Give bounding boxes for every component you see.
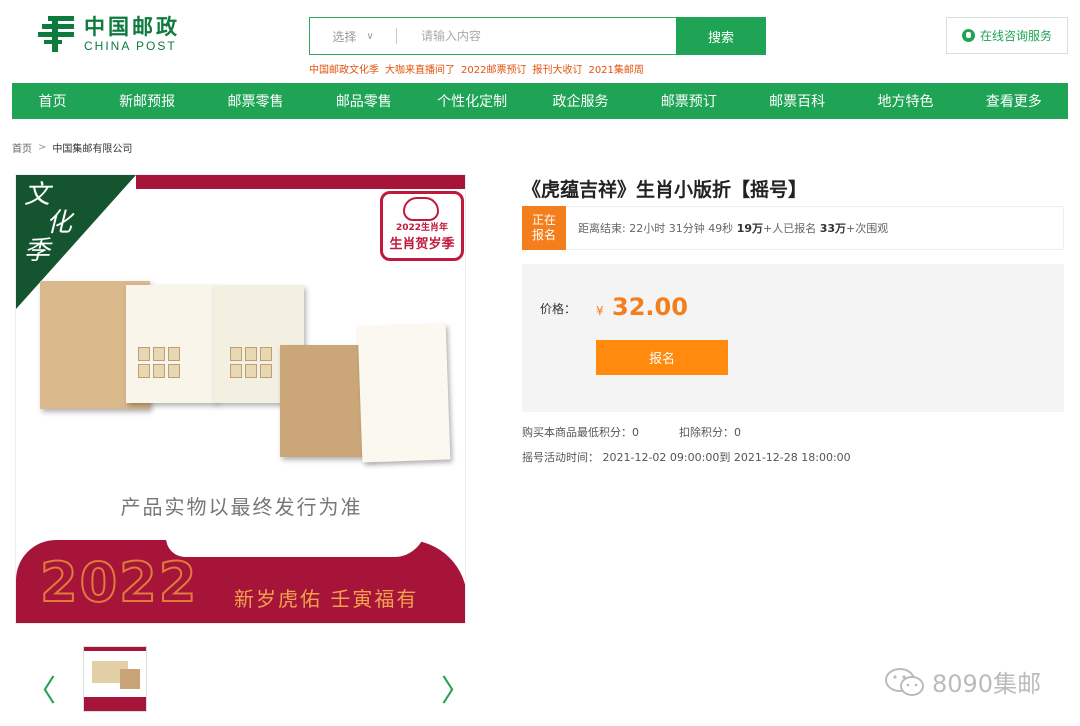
price-value: 32.00 xyxy=(612,293,688,321)
nav-item-new-stamp-preview[interactable]: 新邮预报 xyxy=(93,91,201,111)
nav-item-more[interactable]: 查看更多 xyxy=(960,91,1068,111)
top-red-band xyxy=(136,175,465,189)
hot-keyword[interactable]: 2022邮票预订 xyxy=(461,61,526,76)
points-info: 购买本商品最低积分：0 扣除积分：0 xyxy=(522,424,741,440)
nav-item-home[interactable]: 首页 xyxy=(12,91,93,111)
new-year-slogan: 新岁虎佑 壬寅福有 xyxy=(234,587,419,611)
nav-item-stamp-wiki[interactable]: 邮票百科 xyxy=(743,91,851,111)
signup-count-suffix: +人已报名 xyxy=(763,222,817,235)
currency-symbol: ¥ xyxy=(596,304,604,318)
badge-year-text: 2022生肖年 xyxy=(395,223,449,233)
status-badge: 正在报名 xyxy=(522,205,566,250)
view-count-suffix: +次围观 xyxy=(846,222,889,235)
online-consult-button[interactable]: 在线咨询服务 xyxy=(946,17,1068,54)
cloud-shape xyxy=(166,525,426,557)
china-post-logo[interactable]: 中国邮政 CHINA POST xyxy=(38,14,180,54)
gallery-next-button[interactable]: 〉 xyxy=(441,666,471,710)
hot-keywords: 中国邮政文化季 大咖来直播间了 2022邮票预订 报刊大收订 2021集邮周 xyxy=(309,61,644,76)
signup-count: 19万 xyxy=(736,222,763,235)
nav-item-customization[interactable]: 个性化定制 xyxy=(418,91,526,111)
search-button[interactable]: 搜索 xyxy=(676,17,766,55)
culture-season-label: 文 化 季 xyxy=(24,180,73,266)
breadcrumb: 首页 > 中国集邮有限公司 xyxy=(12,140,132,155)
deduct-points-text: 扣除积分：0 xyxy=(679,426,741,439)
china-post-emblem-icon xyxy=(38,14,76,54)
nav-item-stamp-retail[interactable]: 邮票零售 xyxy=(201,91,309,111)
hot-keyword[interactable]: 大咖来直播间了 xyxy=(385,61,455,76)
product-title: 《虎蕴吉祥》生肖小版折【摇号】 xyxy=(522,179,808,201)
product-disclaimer: 产品实物以最终发行为准 xyxy=(120,495,363,519)
main-nav: 首页 新邮预报 邮票零售 邮品零售 个性化定制 政企服务 邮票预订 邮票百科 地… xyxy=(12,83,1068,119)
min-points-text: 购买本商品最低积分：0 xyxy=(522,426,639,439)
nav-item-stamp-preorder[interactable]: 邮票预订 xyxy=(635,91,743,111)
hot-keyword[interactable]: 2021集邮周 xyxy=(588,61,643,76)
gallery-thumbnail[interactable] xyxy=(83,646,147,712)
hot-keyword[interactable]: 报刊大收订 xyxy=(532,61,582,76)
stamp-grid xyxy=(230,347,272,378)
nav-item-philatelic-retail[interactable]: 邮品零售 xyxy=(310,91,418,111)
gallery-prev-button[interactable]: 〈 xyxy=(26,666,56,710)
lottery-period-text: 摇号活动时间： 2021-12-02 09:00:00到 2021-12-28 … xyxy=(522,451,851,464)
signup-button[interactable]: 报名 xyxy=(596,340,728,375)
nav-item-enterprise[interactable]: 政企服务 xyxy=(526,91,634,111)
hot-keyword[interactable]: 中国邮政文化季 xyxy=(309,61,379,76)
status-bar: 正在报名 距离结束: 22小时 31分钟 49秒 19万+人已报名 33万+次围… xyxy=(522,205,1064,250)
chevron-down-icon: ∨ xyxy=(366,30,374,42)
watermark-text: 8090集邮 xyxy=(932,670,1042,698)
price-panel: 价格： ¥ 32.00 报名 xyxy=(522,264,1064,412)
search-category-select[interactable]: 选择 ∨ xyxy=(310,18,396,54)
stamp-grid xyxy=(138,347,180,378)
logo-english-text: CHINA POST xyxy=(84,39,177,53)
folder-tiger-card xyxy=(357,323,451,463)
breadcrumb-current[interactable]: 中国集邮有限公司 xyxy=(52,140,132,155)
logo-chinese-text: 中国邮政 xyxy=(84,15,180,39)
countdown-text: 距离结束: 22小时 31分钟 49秒 xyxy=(578,222,734,235)
search-input[interactable] xyxy=(397,18,676,54)
watermark: 8090集邮 xyxy=(884,664,1041,699)
nav-item-local-specialty[interactable]: 地方特色 xyxy=(851,91,959,111)
search-bar: 选择 ∨ 搜索 xyxy=(309,17,766,55)
product-main-image: 文 化 季 2022生肖年 生肖贺岁季 产品实物以最终发行为准 2022 新岁虎… xyxy=(15,174,466,624)
stamp-sheet xyxy=(126,285,216,403)
breadcrumb-home[interactable]: 首页 xyxy=(12,140,32,155)
status-text: 距离结束: 22小时 31分钟 49秒 19万+人已报名 33万+次围观 xyxy=(578,220,888,236)
year-graphic: 2022 xyxy=(39,550,199,615)
online-consult-label: 在线咨询服务 xyxy=(979,29,1052,43)
tiger-face-icon xyxy=(403,197,439,221)
price-label: 价格： xyxy=(540,302,577,316)
badge-title-text: 生肖贺岁季 xyxy=(389,237,455,252)
view-count: 33万 xyxy=(819,222,847,235)
search-category-label: 选择 xyxy=(332,29,357,44)
wechat-icon xyxy=(884,666,926,698)
chat-icon xyxy=(961,29,975,42)
chevron-right-icon: > xyxy=(38,142,47,153)
